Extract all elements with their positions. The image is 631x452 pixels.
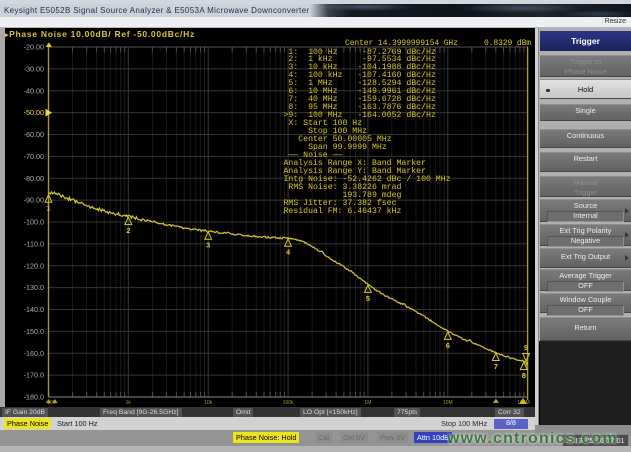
svg-text:8: 8	[522, 371, 526, 380]
svg-text:-30.00: -30.00	[24, 65, 44, 74]
svg-text:-70.00: -70.00	[24, 152, 44, 161]
svg-text:-140.0: -140.0	[24, 305, 44, 314]
svg-text:10M: 10M	[443, 400, 453, 406]
svg-text:9: 9	[524, 343, 528, 352]
svg-text:10k: 10k	[204, 400, 213, 406]
svg-text:100k: 100k	[283, 400, 294, 406]
svg-text:1: 1	[46, 204, 50, 213]
svg-text:-150.0: -150.0	[24, 327, 44, 336]
svg-text:5: 5	[366, 294, 370, 303]
svg-text:-100.0: -100.0	[24, 218, 44, 227]
svg-text:-130.0: -130.0	[24, 283, 44, 292]
svg-text:1M: 1M	[364, 400, 371, 406]
svg-text:-180.0: -180.0	[24, 393, 44, 402]
svg-text:-80.00: -80.00	[24, 174, 44, 183]
svg-text:-60.00: -60.00	[24, 130, 44, 139]
svg-text:4: 4	[286, 248, 291, 257]
svg-text:2: 2	[126, 226, 130, 235]
svg-text:1k: 1k	[126, 400, 132, 406]
svg-text:7: 7	[494, 362, 498, 371]
svg-text:3: 3	[206, 241, 210, 250]
svg-text:-120.0: -120.0	[24, 261, 44, 270]
svg-text:-160.0: -160.0	[24, 349, 44, 358]
svg-text:-90.00: -90.00	[24, 196, 44, 205]
svg-text:-50.00: -50.00	[24, 108, 44, 117]
svg-text:6: 6	[446, 341, 450, 350]
svg-text:-170.0: -170.0	[24, 371, 44, 380]
svg-text:-110.0: -110.0	[24, 240, 44, 249]
svg-text:-40.00: -40.00	[24, 86, 44, 95]
svg-text:-20.00: -20.00	[24, 43, 44, 52]
